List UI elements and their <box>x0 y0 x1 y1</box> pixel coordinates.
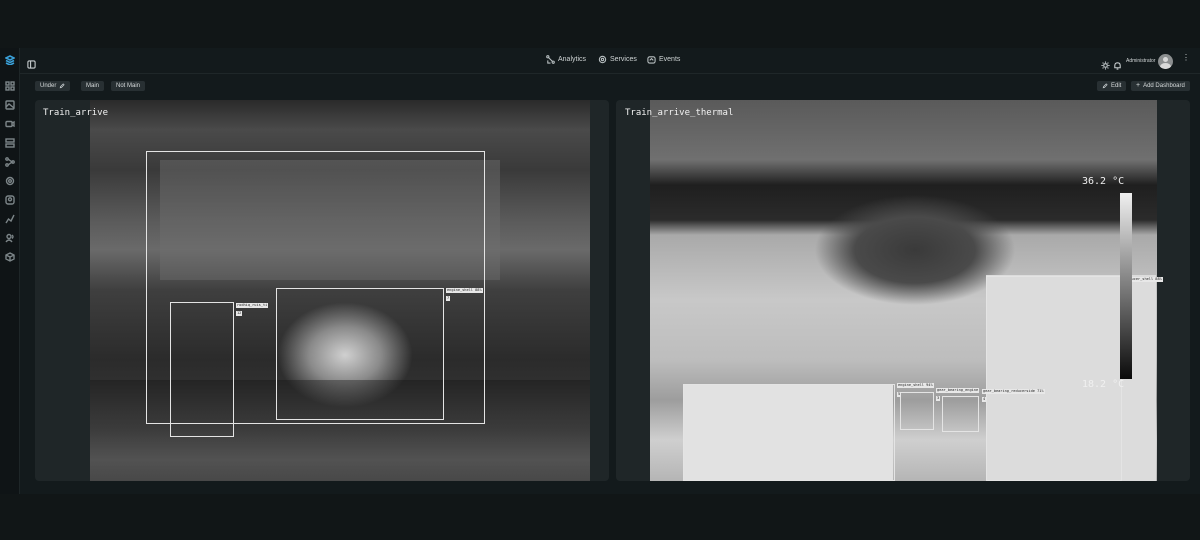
nav-services-label: Services <box>610 56 637 63</box>
logo-icon[interactable] <box>4 54 16 66</box>
top-bar: Analytics Services Events Administrator … <box>20 48 1200 74</box>
nav-events[interactable]: Events <box>647 55 680 64</box>
camera-icon[interactable] <box>4 118 16 130</box>
plus-icon: + <box>1136 82 1141 89</box>
chart-icon[interactable] <box>4 213 16 225</box>
add-dashboard-button[interactable]: + Add Dashboard <box>1131 81 1190 91</box>
detection-box[interactable] <box>942 396 979 432</box>
analytics-icon <box>546 55 555 64</box>
edit-button[interactable]: Edit <box>1097 81 1127 91</box>
detection-id: 3 <box>936 396 941 401</box>
edit-icon <box>1102 83 1108 89</box>
dashboard-icon[interactable] <box>4 80 16 92</box>
nav-events-label: Events <box>659 56 681 63</box>
detection-box[interactable] <box>683 384 895 481</box>
notification-bell-icon[interactable] <box>1113 57 1122 75</box>
image-icon[interactable] <box>4 99 16 111</box>
user-badge-icon[interactable] <box>4 194 16 206</box>
detection-box[interactable] <box>276 288 444 420</box>
panel-title: Train_arrive_thermal <box>625 108 734 118</box>
detection-id: 5 <box>897 392 902 397</box>
temperature-scale-bar <box>1120 193 1132 379</box>
detection-label: engine_shell 88% <box>446 288 483 293</box>
detection-label: engine_shell 94% <box>897 383 934 388</box>
tab-main-label: Main <box>86 83 100 89</box>
add-dashboard-label: Add Dashboard <box>1143 83 1185 89</box>
services-icon <box>598 55 607 64</box>
detection-id: 4 <box>982 397 987 402</box>
cube-icon[interactable] <box>4 251 16 263</box>
detection-box[interactable] <box>170 302 234 437</box>
user-name[interactable]: Administrator <box>1126 58 1155 64</box>
sidebar <box>0 48 20 494</box>
edit-button-label: Edit <box>1111 83 1122 89</box>
detection-label: gear_bearing_reducerside 71% <box>982 389 1045 394</box>
tab-not-main-label: Not Main <box>116 83 141 89</box>
more-options-icon[interactable]: ⋮ <box>1182 54 1190 62</box>
detection-id: 12 <box>236 311 243 316</box>
flow-icon[interactable] <box>4 156 16 168</box>
tab-under-label: Under <box>40 83 57 89</box>
toggle-sidebar-icon[interactable] <box>27 56 36 74</box>
events-icon <box>647 56 656 64</box>
camera-panel-train-arrive[interactable]: rodhiq_ruis_ti 12 engine_shell 88% 7 <box>35 100 609 481</box>
detection-id: 7 <box>446 296 451 301</box>
nav-analytics[interactable]: Analytics <box>546 55 586 64</box>
detection-label: gear_bearing_engine <box>936 388 980 393</box>
tab-not-main[interactable]: Not Main <box>111 81 146 91</box>
temp-min-label: 18.2 °C <box>1082 379 1125 390</box>
temp-max-label: 36.2 °C <box>1082 176 1125 187</box>
storage-icon[interactable] <box>4 137 16 149</box>
edit-pencil-icon[interactable] <box>59 83 65 89</box>
users-icon[interactable] <box>4 232 16 244</box>
avatar[interactable] <box>1158 54 1173 69</box>
tab-main[interactable]: Main <box>81 81 105 91</box>
panel-title: Train_arrive <box>43 108 109 118</box>
nav-analytics-label: Analytics <box>558 56 587 63</box>
detection-label: rodhiq_ruis_ti <box>236 303 269 308</box>
detection-box[interactable] <box>900 392 934 430</box>
tab-under[interactable]: Under <box>35 81 71 91</box>
camera-panel-train-arrive-thermal[interactable]: reducer_shell 88% 5 engine_shell 94% 5 g… <box>616 100 1190 481</box>
nav-services[interactable]: Services <box>598 55 637 64</box>
settings-icon[interactable] <box>4 175 16 187</box>
theme-toggle-icon[interactable] <box>1101 57 1110 75</box>
